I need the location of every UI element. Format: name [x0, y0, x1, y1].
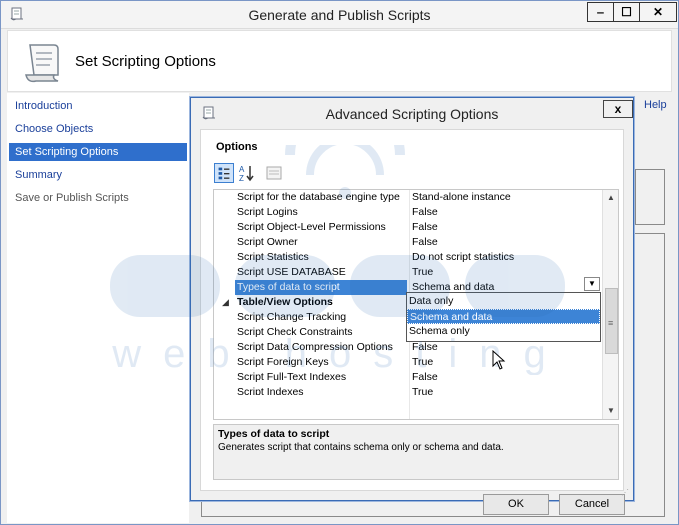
background-panel [635, 169, 665, 225]
property-row[interactable]: Script Owner False [214, 235, 604, 250]
cancel-button[interactable]: Cancel [559, 494, 625, 515]
property-name: Script Owner [237, 236, 298, 248]
nav-item-set-scripting-options[interactable]: Set Scripting Options [9, 143, 187, 161]
property-name: Script Object-Level Permissions [237, 221, 386, 233]
property-value[interactable]: False [412, 340, 602, 355]
property-value[interactable]: False [412, 370, 602, 385]
wizard-header: Set Scripting Options [7, 30, 672, 92]
grip-icon: ≡ [608, 318, 614, 328]
title-bar[interactable]: Generate and Publish Scripts ‒ ☐ ✕ [1, 1, 678, 29]
property-value[interactable]: False [412, 235, 602, 250]
property-value[interactable]: Stand-alone instance [412, 190, 602, 205]
description-title: Types of data to script [218, 428, 330, 440]
minimize-button[interactable]: ‒ [587, 2, 614, 22]
property-row[interactable]: Script Foreign Keys True [214, 355, 604, 370]
nav-item-summary[interactable]: Summary [9, 166, 187, 184]
options-heading: Options [216, 141, 258, 153]
help-link[interactable]: Help [644, 99, 667, 111]
mouse-cursor-icon [492, 350, 506, 370]
property-name: Script Statistics [237, 251, 309, 263]
vertical-scrollbar[interactable]: ▲ ≡ ▼ [602, 190, 618, 419]
nav-item-introduction[interactable]: Introduction [9, 97, 187, 115]
scroll-thumb[interactable]: ≡ [605, 288, 618, 354]
property-value[interactable]: False [412, 205, 602, 220]
property-row[interactable]: Script Data Compression Options False [214, 340, 604, 355]
property-row[interactable]: Script Statistics Do not script statisti… [214, 250, 604, 265]
scroll-up-arrow-icon[interactable]: ▲ [603, 190, 618, 206]
property-pages-icon[interactable] [264, 163, 284, 183]
script-scroll-icon [25, 44, 59, 83]
property-name: Script USE DATABASE [237, 266, 346, 278]
size-grip-icon[interactable]: ⋰ [621, 488, 629, 497]
property-value[interactable]: True [412, 355, 602, 370]
property-row[interactable]: Script Full-Text Indexes False [214, 370, 604, 385]
wizard-nav: Introduction Choose Objects Set Scriptin… [7, 93, 189, 523]
property-name: Script Change Tracking [237, 311, 347, 323]
dropdown-option-data-only[interactable]: Data only [407, 294, 600, 309]
description-panel: Types of data to script Generates script… [213, 424, 619, 480]
property-value[interactable]: False [412, 220, 602, 235]
property-row[interactable]: Script Logins False [214, 205, 604, 220]
maximize-button[interactable]: ☐ [613, 2, 640, 22]
category-name: Table/View Options [237, 296, 333, 308]
window-title: Generate and Publish Scripts [248, 7, 431, 23]
property-name: Script Check Constraints [237, 326, 353, 338]
dialog-title-bar[interactable]: Advanced Scripting Options x [191, 98, 633, 128]
property-row[interactable]: Script Indexes True [214, 385, 604, 395]
dropdown-option-schema-only[interactable]: Schema only [407, 324, 600, 339]
property-row[interactable]: Script for the database engine type Stan… [214, 190, 604, 205]
property-name: Script Data Compression Options [237, 341, 393, 353]
property-value[interactable]: True [412, 385, 602, 395]
property-name: Types of data to script [235, 280, 407, 295]
categorized-icon[interactable] [214, 163, 234, 183]
ok-button[interactable]: OK [483, 494, 549, 515]
dropdown-option-schema-and-data[interactable]: Schema and data [407, 309, 600, 324]
nav-item-save-or-publish: Save or Publish Scripts [15, 192, 129, 204]
property-name: Script Logins [237, 206, 298, 218]
collapse-triangle-icon[interactable]: ◢ [222, 295, 229, 310]
dialog-title: Advanced Scripting Options [325, 106, 499, 122]
dropdown-chevron-icon[interactable]: ▼ [584, 277, 600, 291]
property-value[interactable]: Do not script statistics [412, 250, 602, 265]
property-name: Script Indexes [237, 386, 304, 395]
property-name: Script Foreign Keys [237, 356, 329, 368]
svg-text:Z: Z [239, 174, 244, 183]
page-title: Set Scripting Options [75, 53, 216, 70]
property-name: Script Full-Text Indexes [237, 371, 347, 383]
scroll-down-arrow-icon[interactable]: ▼ [603, 403, 618, 419]
property-name: Script for the database engine type [237, 191, 400, 203]
nav-item-choose-objects[interactable]: Choose Objects [9, 120, 187, 138]
property-row[interactable]: Script Object-Level Permissions False [214, 220, 604, 235]
sort-az-icon[interactable]: A Z [237, 163, 257, 183]
close-button[interactable]: ✕ [639, 2, 677, 22]
description-text: Generates script that contains schema on… [218, 442, 504, 453]
dialog-close-button[interactable]: x [603, 100, 633, 118]
property-value[interactable]: True [412, 265, 602, 280]
property-row[interactable]: Script USE DATABASE True [214, 265, 604, 280]
svg-text:A: A [239, 165, 245, 174]
types-of-data-dropdown[interactable]: Data only Schema and data Schema only [406, 292, 601, 342]
